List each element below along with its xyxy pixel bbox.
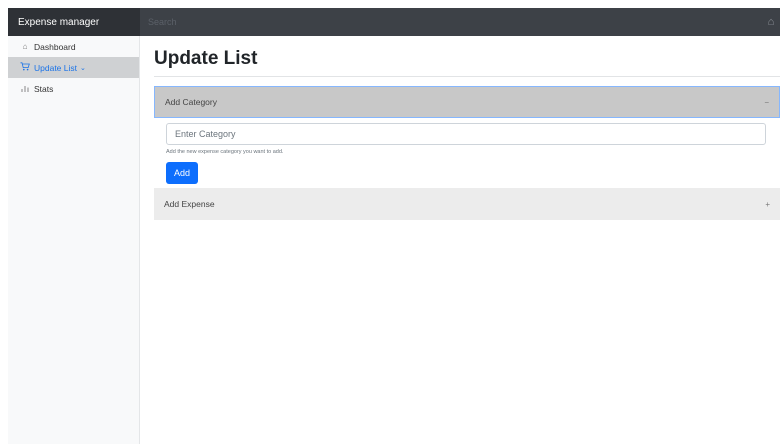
page-title: Update List [154, 36, 780, 77]
accordion-header-add-category[interactable]: Add Category − [154, 86, 780, 118]
sidebar-item-stats[interactable]: Stats [8, 78, 139, 99]
bar-chart-icon-svg [21, 85, 29, 92]
cart-icon [19, 62, 31, 73]
chevron-down-icon: ⌄ [80, 64, 86, 72]
sidebar-item-dashboard[interactable]: ⌂ Dashboard [8, 36, 139, 57]
top-navbar: Expense manager ⌂ [8, 7, 780, 37]
sidebar-item-label: Update List [34, 62, 77, 73]
category-help-text: Add the new expense category you want to… [166, 149, 284, 155]
expand-icon: + [765, 199, 770, 209]
accordion-title: Add Category [165, 97, 217, 107]
sidebar: ⌂ Dashboard Update List ⌄ Stats [8, 36, 140, 444]
search-input[interactable] [140, 7, 762, 37]
cart-icon-svg [20, 62, 30, 71]
accordion: Add Category − Add the new expense categ… [154, 86, 780, 220]
accordion-body-add-category: Add the new expense category you want to… [154, 118, 780, 188]
home-icon[interactable]: ⌂ [762, 8, 780, 36]
home-icon: ⌂ [22, 42, 28, 51]
accordion-title: Add Expense [164, 199, 215, 209]
bar-chart-icon [19, 84, 31, 94]
brand-title[interactable]: Expense manager [8, 8, 140, 36]
main-content: Update List Add Category − Add the new e… [154, 36, 780, 220]
sidebar-item-label: Dashboard [34, 41, 76, 52]
add-category-button[interactable]: Add [166, 162, 198, 184]
accordion-header-add-expense[interactable]: Add Expense + [154, 188, 780, 220]
sidebar-item-update-list[interactable]: Update List ⌄ [8, 57, 139, 78]
sidebar-item-label: Stats [34, 83, 54, 94]
collapse-icon: − [764, 97, 769, 107]
category-input[interactable] [166, 123, 766, 145]
